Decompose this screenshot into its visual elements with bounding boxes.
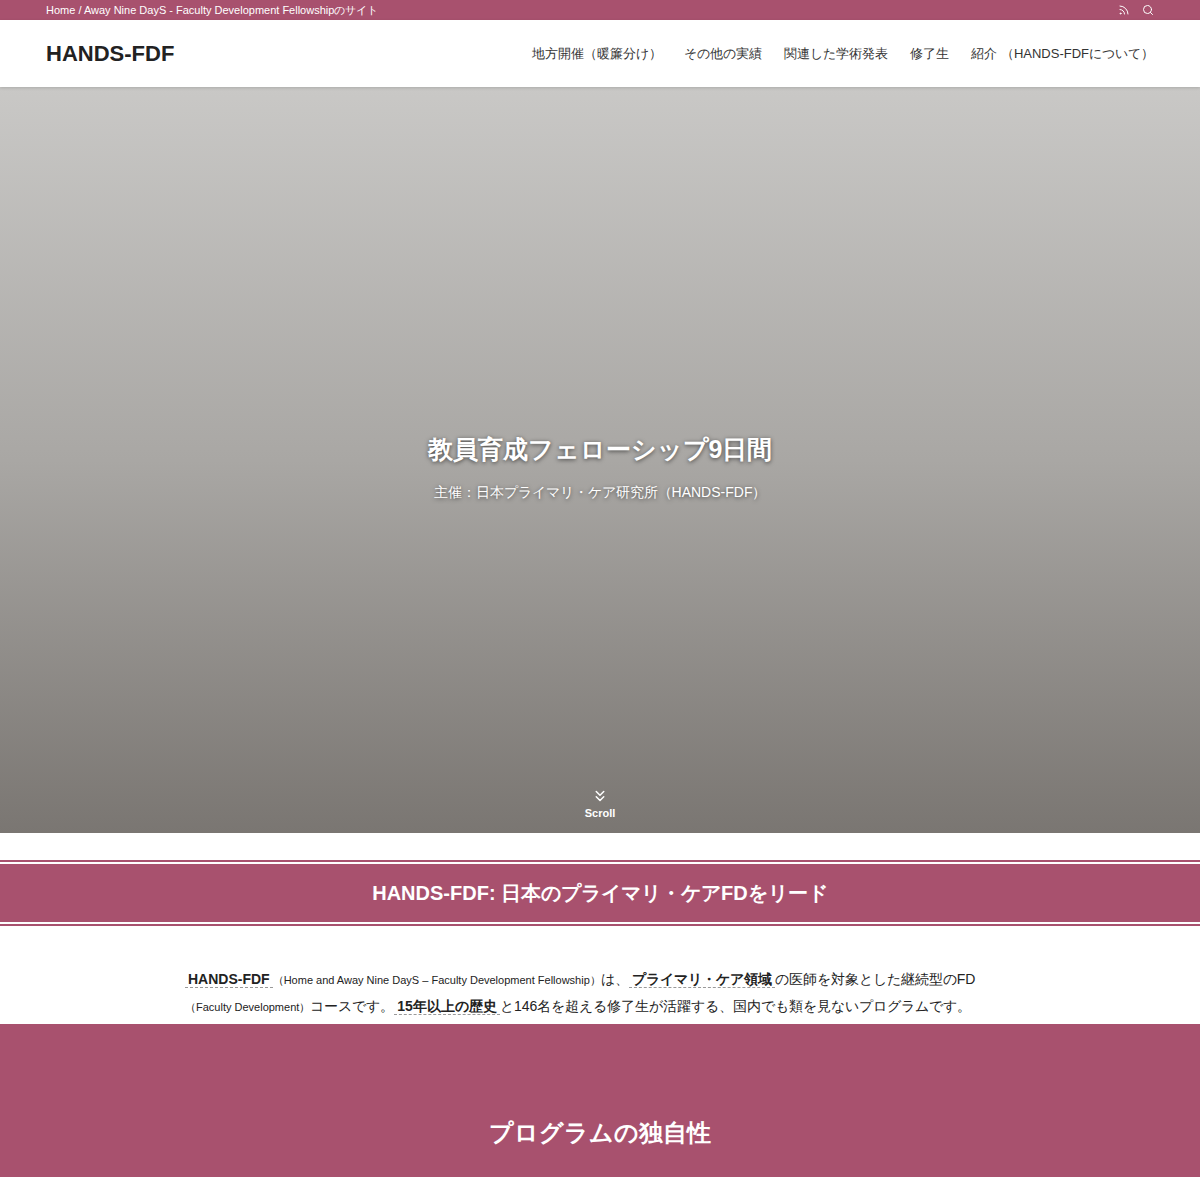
search-icon[interactable] — [1142, 4, 1154, 16]
hero-subtitle: 主催：日本プライマリ・ケア研究所（HANDS-FDF） — [434, 482, 767, 503]
nav-item[interactable]: その他の実績 — [684, 44, 762, 64]
features-section: プログラムの独自性 — [0, 1024, 1200, 1177]
rss-icon[interactable] — [1118, 4, 1130, 16]
hero-title: 教員育成フェローシップ9日間 — [428, 431, 773, 469]
section-title: プログラムの独自性 — [489, 1118, 711, 1177]
intro-term: プライマリ・ケア領域 — [629, 971, 775, 988]
intro-text: の医師を対象とした継続型のFD — [775, 971, 976, 987]
intro: HANDS-FDF（Home and Away Nine DayS – Facu… — [0, 926, 1200, 1024]
nav-item[interactable]: 地方開催（暖簾分け） — [532, 44, 662, 64]
intro-term: HANDS-FDF — [185, 971, 273, 988]
nav-item[interactable]: 紹介 （HANDS-FDFについて） — [971, 44, 1154, 64]
intro-text: と146名を超える修了生が活躍する、国内でも類を見ないプログラムです。 — [500, 998, 971, 1014]
main-nav: 地方開催（暖簾分け） その他の実績 関連した学術発表 修了生 紹介 （HANDS-FDF… — [532, 44, 1154, 64]
intro-note: （Home and Away Nine DayS – Faculty Devel… — [273, 974, 601, 986]
breadcrumb[interactable]: Home / Away Nine DayS - Faculty Developm… — [46, 3, 378, 17]
intro-term: 15年以上の歴史 — [394, 998, 500, 1015]
top-icons — [1118, 4, 1154, 16]
page: Home / Away Nine DayS - Faculty Developm… — [0, 0, 1200, 1177]
nav-item[interactable]: 修了生 — [910, 44, 949, 64]
banner: HANDS-FDF: 日本のプライマリ・ケアFDをリード — [0, 860, 1200, 926]
intro-note: （Faculty Development） — [185, 1001, 310, 1013]
intro-text: コースです。 — [310, 998, 394, 1014]
scroll-indicator[interactable]: Scroll — [585, 787, 616, 834]
top-bar: Home / Away Nine DayS - Faculty Developm… — [0, 0, 1200, 20]
intro-text: は、 — [601, 971, 629, 987]
logo[interactable]: HANDS-FDF — [46, 37, 174, 70]
hero: 教員育成フェローシップ9日間主催：日本プライマリ・ケア研究所（HANDS-FDF… — [0, 87, 1200, 833]
nav-item[interactable]: 関連した学術発表 — [784, 44, 888, 64]
banner-title: HANDS-FDF: 日本のプライマリ・ケアFDをリード — [372, 878, 828, 908]
chevron-down-icon — [591, 787, 609, 805]
header: HANDS-FDF 地方開催（暖簾分け） その他の実績 関連した学術発表 修了生 紹介 （… — [0, 20, 1200, 87]
